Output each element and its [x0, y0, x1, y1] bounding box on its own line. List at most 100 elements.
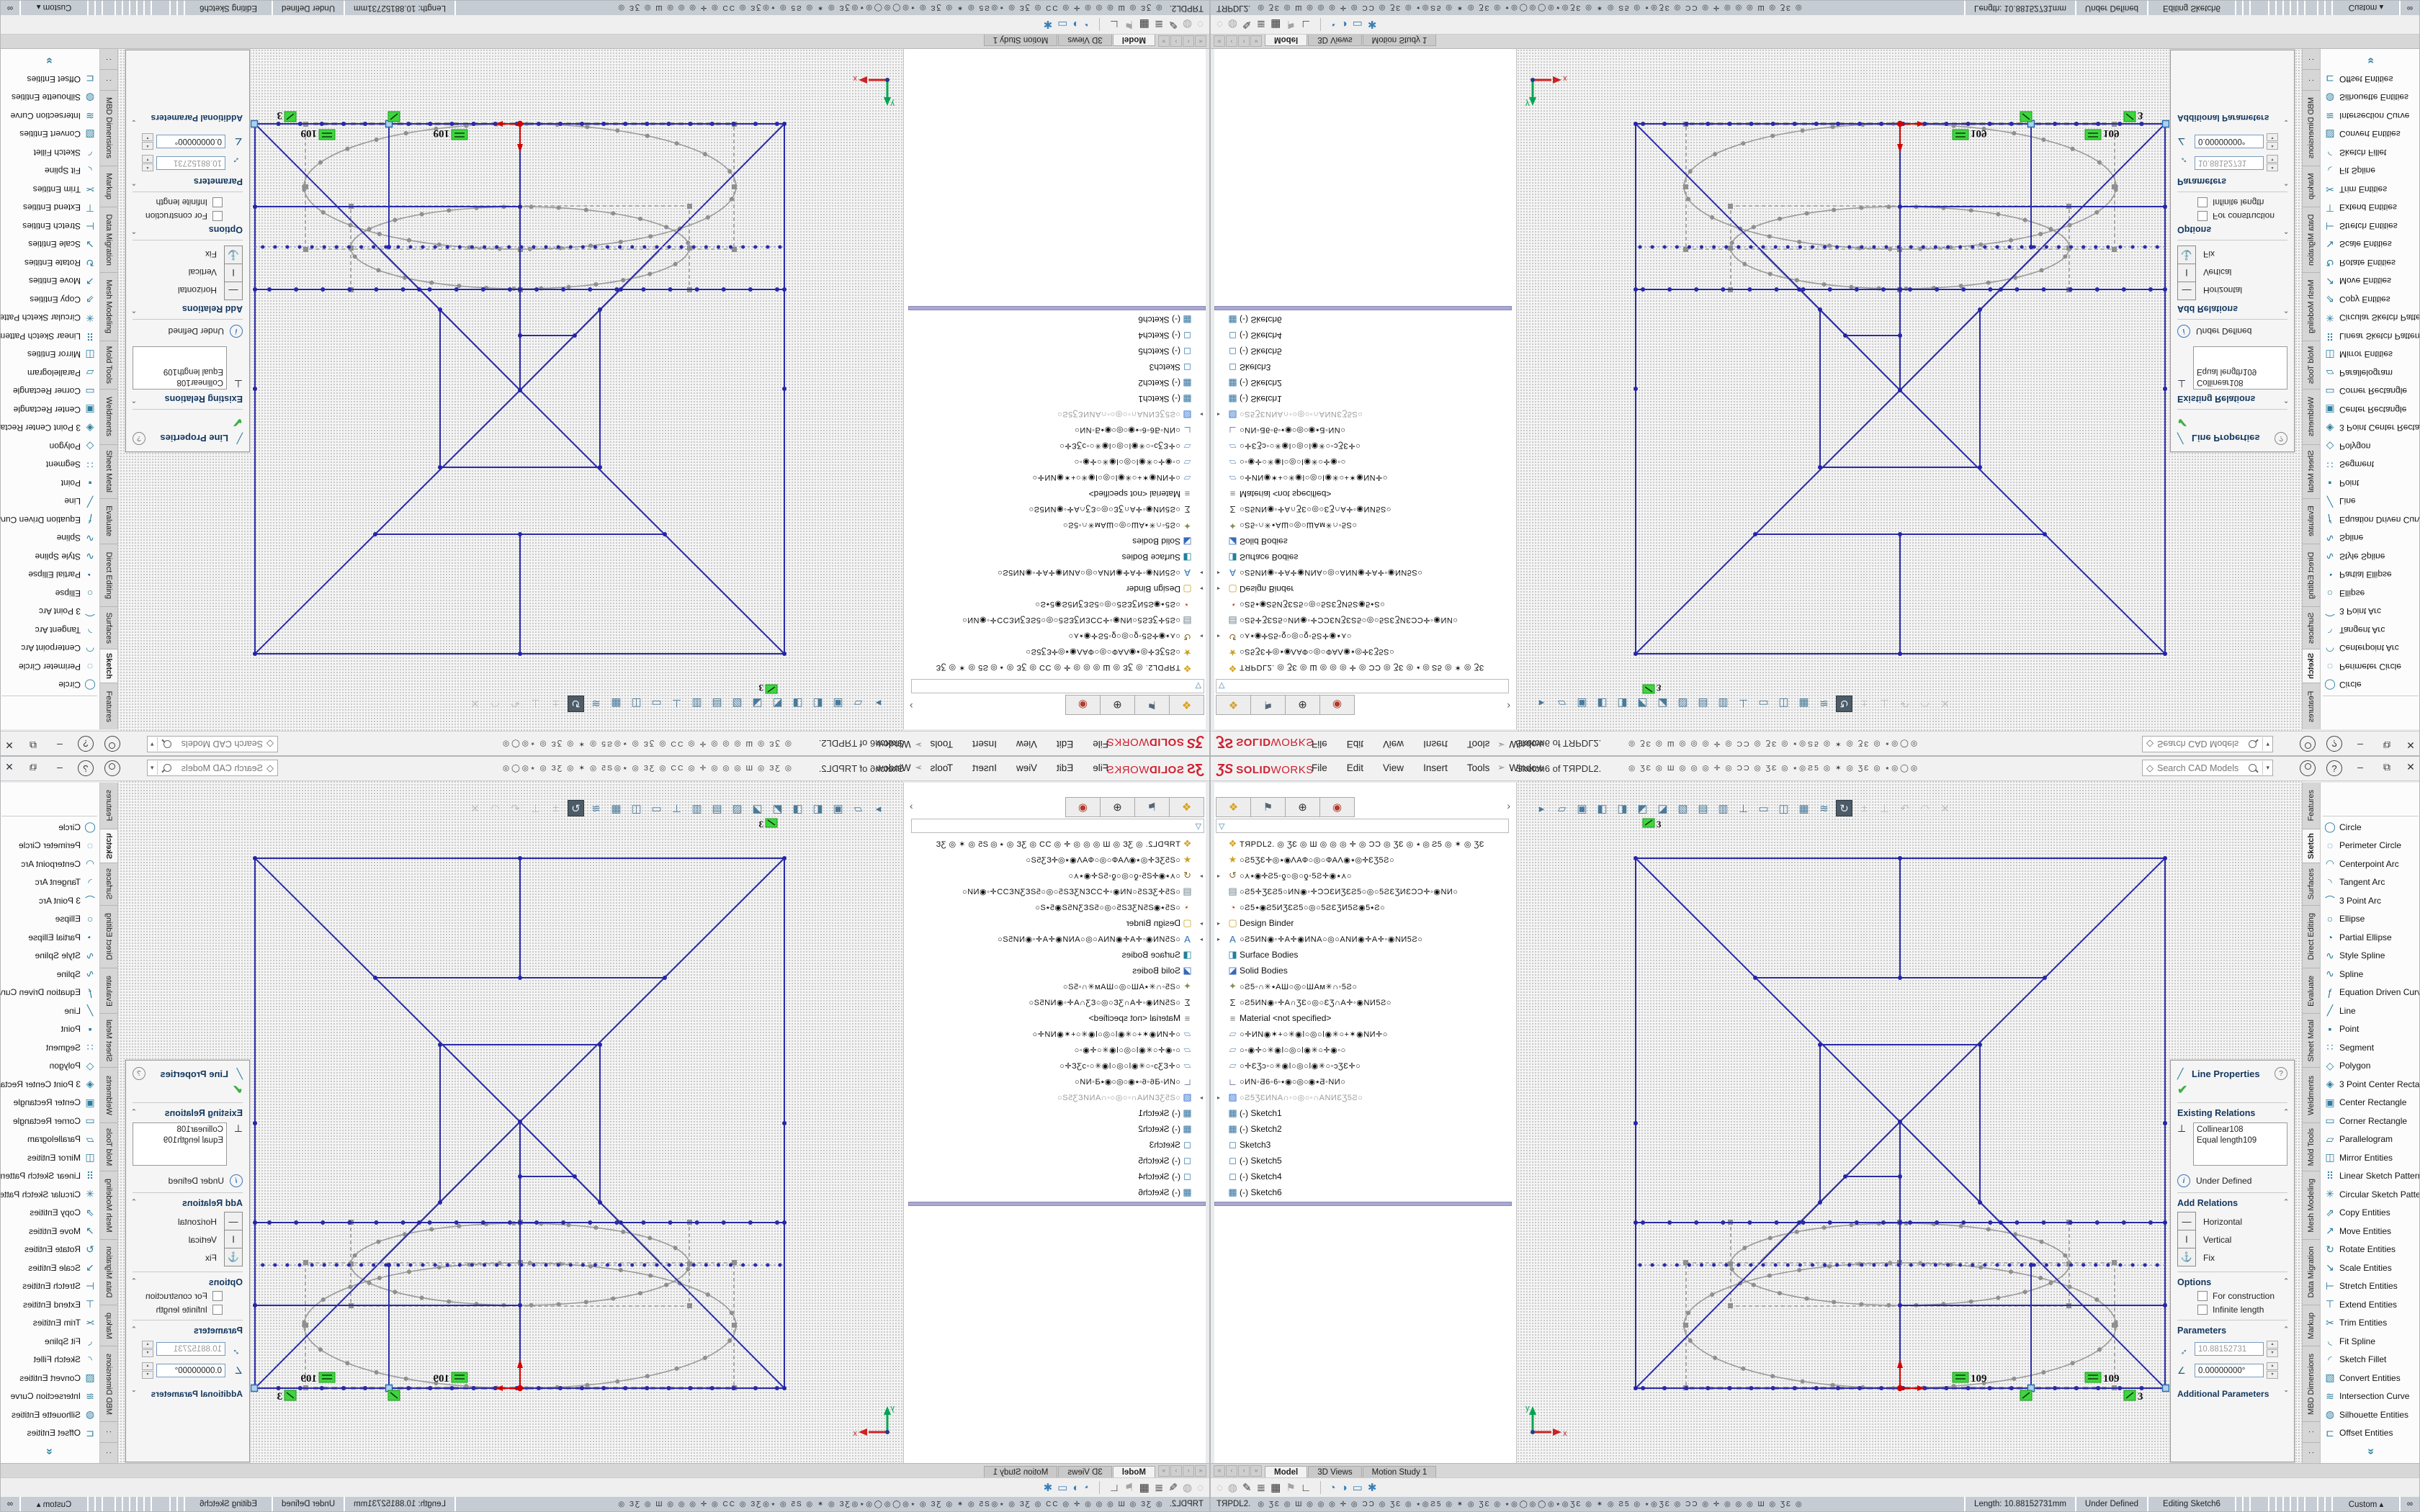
command-tab[interactable]: MBD Dimensions: [2303, 90, 2320, 166]
command-tab[interactable]: Weldments: [100, 1068, 117, 1123]
sketch-tool-item[interactable]: ↻ Rotate Entities: [2321, 1241, 2420, 1259]
bottom-toolbar-icon[interactable]: ∟: [1301, 1482, 1312, 1494]
view-tool-icon[interactable]: ✕: [1937, 696, 1953, 712]
command-tab[interactable]: Features: [2303, 783, 2320, 829]
sketch-tool-item[interactable]: ⇗ Copy Entities: [0, 1204, 99, 1223]
relation-entry[interactable]: Collinear108: [136, 377, 223, 387]
view-tool-icon[interactable]: ⊥: [1735, 800, 1752, 816]
sketch-tool-item[interactable]: ▭ Corner Rectangle: [0, 1112, 99, 1130]
sketch-tool-item[interactable]: ⊏ Offset Entities: [2321, 1424, 2420, 1443]
bottom-toolbar-icon[interactable]: ✱: [1368, 1481, 1377, 1494]
collapse-chevron-icon[interactable]: ˆ: [2285, 304, 2287, 314]
bottom-toolbar-icon[interactable]: ◌: [1216, 19, 1223, 31]
help-icon[interactable]: ?: [2326, 736, 2342, 752]
sketch-tool-item[interactable]: ⊤ Extend Entities: [0, 1295, 99, 1314]
view-tool-icon[interactable]: ▦: [608, 800, 624, 816]
search-dropdown-icon[interactable]: ▾: [2262, 761, 2272, 775]
bottom-toolbar-icon[interactable]: ▭: [1057, 18, 1067, 31]
sketch-tool-item[interactable]: ◈ 3 Point Center Recta...: [2321, 419, 2420, 438]
command-tab[interactable]: Surfaces: [2303, 863, 2320, 906]
menu-item[interactable]: File: [1093, 739, 1108, 750]
sketch-tool-item[interactable]: ▪ Point: [0, 1020, 99, 1039]
add-relation-button[interactable]: ǀ Vertical: [2177, 1230, 2287, 1248]
sketch-tool-item[interactable]: ◈ 3 Point Center Recta...: [2321, 1075, 2420, 1094]
collapse-chevron-icon[interactable]: ˆ: [133, 1326, 135, 1336]
model-tab[interactable]: 3D Views: [1058, 1466, 1111, 1478]
expand-arrow-icon[interactable]: ▸: [1194, 1094, 1203, 1101]
tab-nav-arrow[interactable]: «: [1214, 1465, 1225, 1477]
bottom-toolbar-icon[interactable]: ◑: [1341, 19, 1348, 31]
view-tool-icon[interactable]: ⊥: [527, 800, 544, 816]
command-tab[interactable]: :: [2303, 69, 2320, 90]
tree-row[interactable]: Σ ○Ƨ5ИΝ◉◦✛А∩ƷƐ○◎○ƐƷ∩А✛◦◉ΝИ5Ƨ○: [1214, 502, 1515, 518]
bottom-toolbar-icon[interactable]: ≣: [1257, 1481, 1266, 1494]
sketch-tool-item[interactable]: ◈ 3 Point Center Recta...: [0, 1075, 99, 1094]
view-tool-icon[interactable]: ◧: [810, 696, 826, 712]
tree-row[interactable]: ✦ ○Ƨ5◦∩✳٭АШ○◎○ШАм✳∩◦5Ƨ○: [905, 978, 1206, 994]
command-tab[interactable]: Direct Editing: [2303, 544, 2320, 606]
panel-collapse-arrow[interactable]: ›: [1507, 800, 1510, 811]
tree-row[interactable]: ◨ Surface Bodies: [1214, 549, 1515, 565]
expand-arrow-icon[interactable]: ▸: [1217, 936, 1226, 942]
tree-row[interactable]: ▱ ○✛ƐƷɔ◦○✳◉ǀ○◎○ǀ◉✳○◦ɔƷƐ✛○: [1214, 438, 1515, 454]
sketch-tool-item[interactable]: ∷ Segment: [0, 456, 99, 474]
view-tool-icon[interactable]: ◠: [487, 800, 503, 816]
menu-item[interactable]: Insert: [1423, 762, 1448, 773]
view-tool-icon[interactable]: ◩: [769, 800, 786, 816]
sketch-tool-item[interactable]: ◌ Perimeter Circle: [0, 837, 99, 855]
menu-item[interactable]: Edit: [1057, 762, 1073, 773]
length-spinner[interactable]: ▴▾: [142, 1341, 153, 1357]
tree-row[interactable]: ▦ (-) Sketch6: [1214, 312, 1515, 328]
search-icon[interactable]: [2249, 764, 2257, 772]
tree-row[interactable]: ◻ Sketch3: [1214, 1137, 1515, 1153]
view-tool-icon[interactable]: ▦: [1796, 696, 1812, 712]
tree-row[interactable]: ◪ Solid Bodies: [905, 963, 1206, 978]
checkbox[interactable]: [212, 211, 223, 221]
view-tool-icon[interactable]: ◪: [1654, 696, 1671, 712]
expand-arrow-icon[interactable]: ▸: [1217, 586, 1226, 593]
view-tool-icon[interactable]: ▤: [1695, 800, 1711, 816]
command-tab[interactable]: MBD Dimensions: [100, 1346, 117, 1422]
checkbox[interactable]: [2197, 1291, 2208, 1301]
view-tool-icon[interactable]: ◪: [749, 696, 766, 712]
sketch-tool-item[interactable]: ◟ Fit Spline: [2321, 1332, 2420, 1351]
expand-arrow-icon[interactable]: ▸: [1217, 1094, 1226, 1101]
length-field[interactable]: 10.88152731: [156, 1342, 225, 1356]
ok-checkmark-button[interactable]: ✔: [133, 415, 243, 429]
bottom-toolbar-icon[interactable]: ∟: [1109, 19, 1120, 31]
sketch-tool-item[interactable]: ⌒ 3 Point Arc: [0, 891, 99, 910]
bottom-toolbar-icon[interactable]: ◑: [1072, 1482, 1079, 1494]
sketch-tool-item[interactable]: ⇗ Copy Entities: [0, 290, 99, 309]
add-relation-button[interactable]: ⚓ Fix: [2177, 246, 2287, 264]
menu-item[interactable]: Tools: [931, 739, 954, 750]
sketch-tool-item[interactable]: ▱ Parallelogram: [2321, 1130, 2420, 1149]
bottom-toolbar-icon[interactable]: ◔: [1330, 19, 1336, 31]
sketch-tool-item[interactable]: ◜ Sketch Fillet: [2321, 143, 2420, 162]
command-tab[interactable]: Sketch: [2303, 829, 2320, 863]
pin-icon[interactable]: ➢: [915, 762, 923, 773]
feature-manager-tab[interactable]: ◉: [1065, 695, 1101, 715]
command-tab[interactable]: Markup: [100, 166, 117, 207]
tree-row[interactable]: ∟ ○ИΝ◦Ƌ6◦٭◉○◎○◉٭◦6Ƌ◦ΝИ○: [905, 423, 1206, 438]
sketch-tool-item[interactable]: ◫ Mirror Entities: [2321, 1148, 2420, 1167]
sketch-tool-item[interactable]: ◟ Fit Spline: [2321, 162, 2420, 181]
bottom-toolbar-icon[interactable]: ◌: [1197, 19, 1204, 31]
tree-row[interactable]: ▱ ○◦◉✛○✳◉ǀ○◎○ǀ◉✳○✛◉◦○: [905, 1042, 1206, 1058]
bottom-toolbar-icon[interactable]: ⚑: [1286, 18, 1295, 31]
expand-arrow-icon[interactable]: ▸: [1194, 936, 1203, 942]
bottom-toolbar-icon[interactable]: ✎: [1168, 18, 1178, 31]
view-tool-icon[interactable]: ⊥: [527, 696, 544, 712]
tree-row[interactable]: ◻ Sketch3: [1214, 359, 1515, 375]
view-tool-icon[interactable]: ⊥: [1876, 800, 1893, 816]
view-tool-icon[interactable]: ±: [547, 696, 564, 712]
bottom-toolbar-icon[interactable]: ✎: [1242, 1481, 1252, 1494]
feature-manager-tab[interactable]: ⚑: [1250, 695, 1286, 715]
tab-nav-arrow[interactable]: »: [1158, 1465, 1170, 1477]
view-tool-icon[interactable]: ◩: [1634, 696, 1651, 712]
sketch-tool-item[interactable]: ◜ Sketch Fillet: [2321, 1351, 2420, 1369]
expand-arrow-icon[interactable]: ▸: [1217, 873, 1226, 879]
add-relation-button[interactable]: ǀ Vertical: [133, 1230, 243, 1248]
restore-button[interactable]: ⧉: [24, 739, 42, 751]
collapse-chevron-icon[interactable]: ˆ: [2285, 394, 2287, 404]
sketch-tool-item[interactable]: ∿ Style Spline: [2321, 947, 2420, 966]
